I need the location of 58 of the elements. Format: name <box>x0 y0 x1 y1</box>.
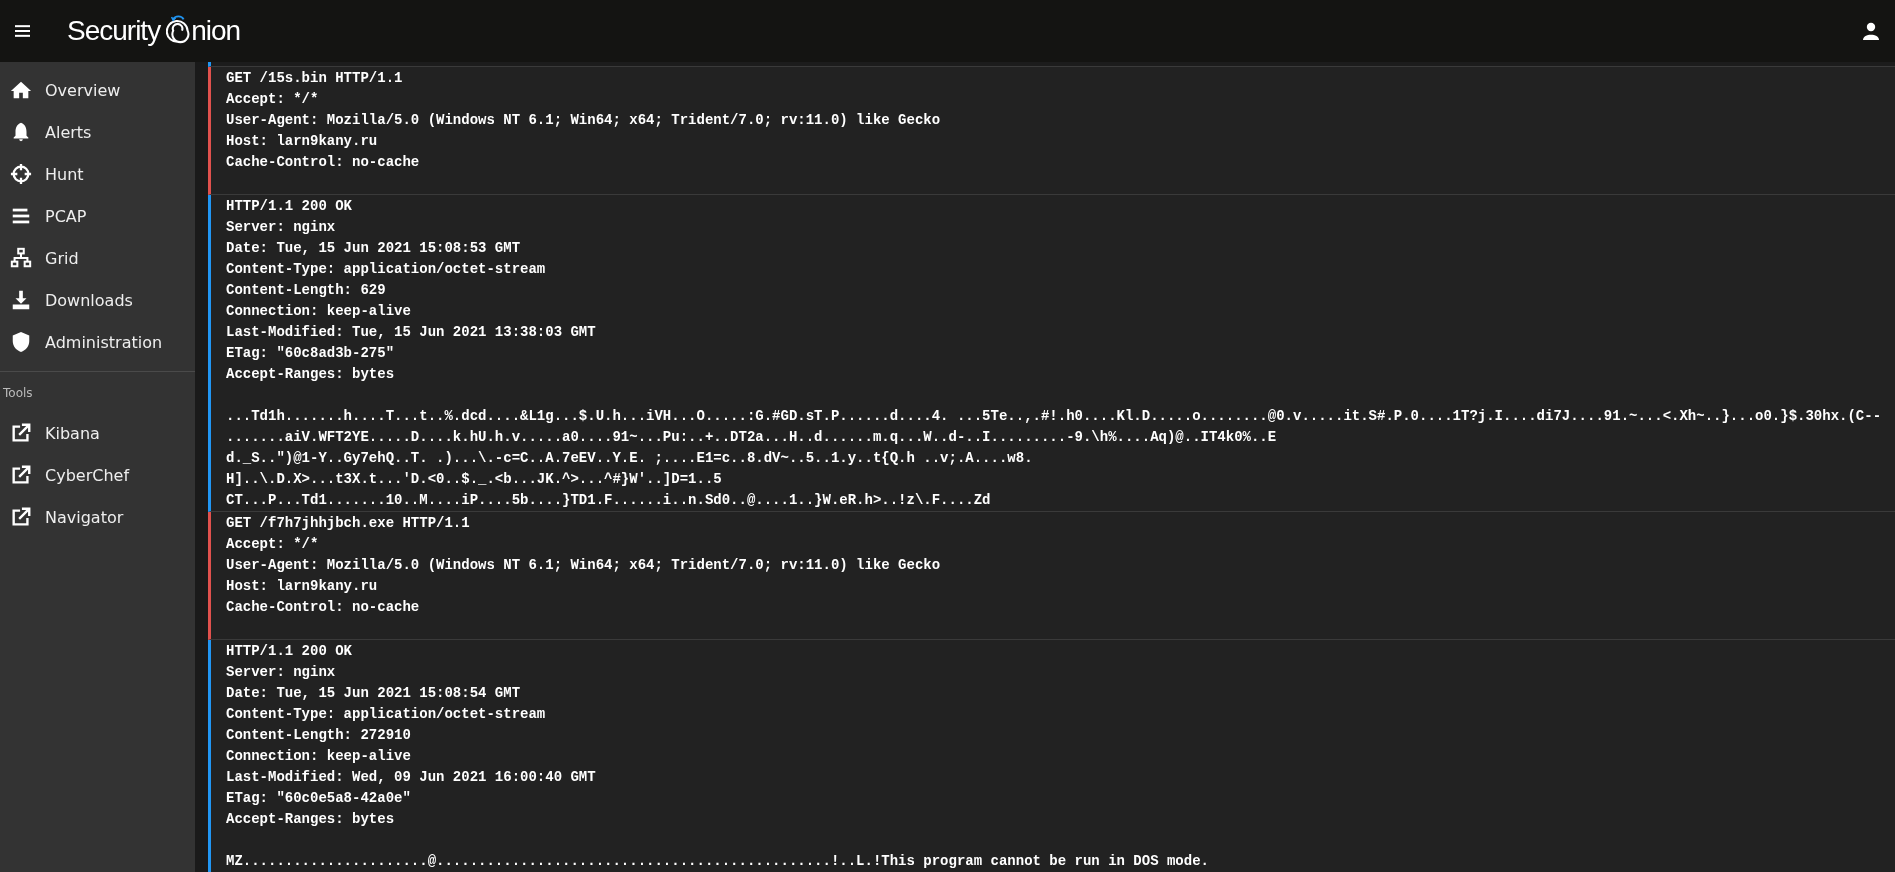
http-header-line: User-Agent: Mozilla/5.0 (Windows NT 6.1; Win64; x64; Trident/7.0; rv:11.0) like Gecko <box>226 556 941 575</box>
payload-line: H]..\.D.X>...t3X.t...'D.<0..$._.<b...JK.^>...^#}W'..]D=1..5 <box>226 470 722 489</box>
http-header-line: Cache-Control: no-cache <box>226 598 420 617</box>
swirl-logo-icon <box>166 12 191 46</box>
tool-link[interactable]: Navigator <box>0 496 195 538</box>
nav-item[interactable]: Downloads <box>0 279 195 321</box>
external-link-icon <box>10 464 32 486</box>
tool-link[interactable]: CyberChef <box>0 454 195 496</box>
external-link-icon <box>10 506 32 528</box>
http-header-line: Host: larn9kany.ru <box>226 577 378 596</box>
http-header-line: HTTP/1.1 200 OK <box>226 197 353 216</box>
section-heading: Tools <box>2 385 34 402</box>
http-header-line: Date: Tue, 15 Jun 2021 15:08:53 GMT <box>226 239 521 258</box>
http-header-line: Content-Type: application/octet-stream <box>226 705 546 724</box>
nav-item[interactable]: PCAP <box>0 195 195 237</box>
logo-text: nion <box>191 15 241 47</box>
http-header-line: Last-Modified: Tue, 15 Jun 2021 13:38:03 GMT <box>226 323 596 342</box>
shield-icon <box>10 331 32 353</box>
download-icon <box>10 289 32 311</box>
http-header-line: ETag: "60c8ad3b-275" <box>226 344 395 363</box>
http-header-line: Accept: */* <box>226 535 319 554</box>
nav-item[interactable]: Alerts <box>0 111 195 153</box>
payload-line: .......aiV.WFT2YE.....D....k.hU.h.v.....a0....91~...Pu:..+..DT2a...H..d......m.q...W..d-..I.........-9.\h%....Aq)@..IT4k0%..E <box>226 428 1277 447</box>
crosshair-icon <box>10 163 32 185</box>
http-header-line: Host: larn9kany.ru <box>226 132 378 151</box>
http-header-line: HTTP/1.1 200 OK <box>226 642 353 661</box>
http-header-line: Connection: keep-alive <box>226 747 411 766</box>
nav-item[interactable]: Grid <box>0 237 195 279</box>
http-header-line: Content-Length: 272910 <box>226 726 411 745</box>
user-icon[interactable] <box>1863 22 1879 40</box>
payload-line: MZ......................@...............................................!..L.!This program cannot be run in DOS mode. <box>226 852 1209 871</box>
external-link-icon <box>10 422 32 444</box>
network-icon <box>10 247 32 269</box>
nav-item[interactable]: Hunt <box>0 153 195 195</box>
nav-item[interactable]: Administration <box>0 321 195 363</box>
http-header-line: GET /15s.bin HTTP/1.1 <box>226 69 403 88</box>
http-header-line: Last-Modified: Wed, 09 Jun 2021 16:00:40 GMT <box>226 768 596 787</box>
http-header-line: Connection: keep-alive <box>226 302 411 321</box>
http-header-line: Accept-Ranges: bytes <box>226 365 395 384</box>
http-header-line: Content-Type: application/octet-stream <box>226 260 546 279</box>
tool-link[interactable]: Kibana <box>0 412 195 454</box>
http-header-line: Date: Tue, 15 Jun 2021 15:08:54 GMT <box>226 684 521 703</box>
http-header-line: User-Agent: Mozilla/5.0 (Windows NT 6.1; Win64; x64; Trident/7.0; rv:11.0) like Gecko <box>226 111 941 130</box>
payload-line: ...Td1h.......h....T...t..%.dcd....&L1g...$.U.h...iVH...O.....:G.#GD.sT.P......d....4. ...5Te..,.#!.h0....Kl.D.....o........@0.v.....it.S#.P.0....1T?j.I....di7J....91.~...<.Xh~..}...o0.}$.30hx.(C-- <box>226 407 1882 426</box>
http-header-line: Cache-Control: no-cache <box>226 153 420 172</box>
payload-line: d._S..")@1-Y..Gy7ehQ..T. .)...\.-c=C..A.7eEV..Y.E. ;....E1=c..8.dV~..5..1.y..t{Q.h ..v;.A....w8. <box>226 449 1033 468</box>
http-header-line: Content-Length: 629 <box>226 281 386 300</box>
home-icon <box>10 79 32 101</box>
http-header-line: Accept-Ranges: bytes <box>226 810 395 829</box>
http-header-line: ETag: "60c0e5a8-42a0e" <box>226 789 411 808</box>
nav-item[interactable]: Overview <box>0 69 195 111</box>
payload-line: CT...P...Td1.......10..M....iP....5b....}TD1.F......i..n.Sd0..@....1..}W.eR.h>..!z\.F....Zd <box>226 491 991 510</box>
http-header-line: Server: nginx <box>226 663 336 682</box>
http-header-line: Server: nginx <box>226 218 336 237</box>
http-header-line: Accept: */* <box>226 90 319 109</box>
logo-text: Security <box>67 15 161 47</box>
menu-icon[interactable] <box>15 25 30 37</box>
http-header-line: GET /f7h7jhhjbch.exe HTTP/1.1 <box>226 514 470 533</box>
